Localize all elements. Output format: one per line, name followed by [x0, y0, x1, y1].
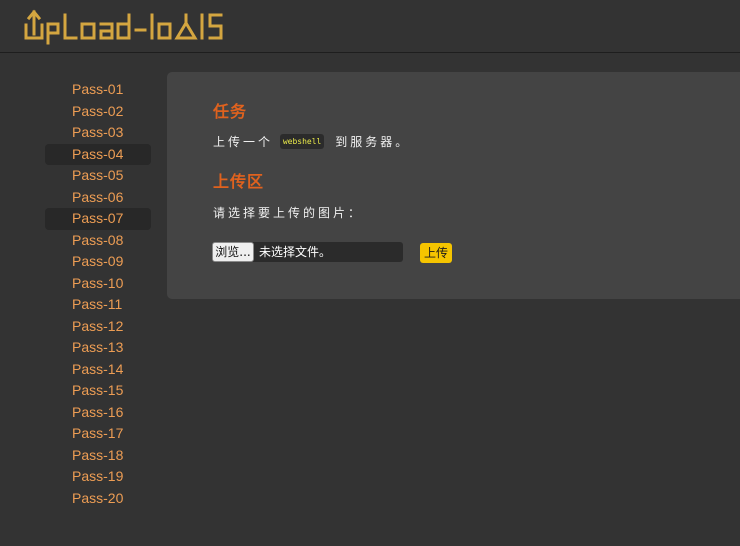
- upload-title: 上传区: [213, 172, 265, 191]
- sidebar-item-pass-19[interactable]: Pass-19: [45, 466, 151, 488]
- sidebar-item-pass-20[interactable]: Pass-20: [45, 488, 151, 510]
- sidebar-item-pass-09[interactable]: Pass-09: [45, 251, 151, 273]
- task-desc-before: 上传一个: [213, 135, 274, 149]
- sidebar-item-pass-02[interactable]: Pass-02: [45, 101, 151, 123]
- upload-button[interactable]: 上传: [420, 243, 452, 263]
- sidebar-item-pass-01[interactable]: Pass-01: [45, 79, 151, 101]
- sidebar-item-pass-17[interactable]: Pass-17: [45, 423, 151, 445]
- webshell-code-badge: webshell: [279, 134, 325, 149]
- task-title: 任务: [213, 102, 248, 121]
- sidebar-item-pass-18[interactable]: Pass-18: [45, 445, 151, 467]
- sidebar-item-pass-03[interactable]: Pass-03: [45, 122, 151, 144]
- file-input[interactable]: 浏览... 未选择文件。: [212, 242, 403, 262]
- sidebar-item-pass-10[interactable]: Pass-10: [45, 273, 151, 295]
- upload-prompt: 请选择要上传的图片：: [213, 206, 364, 220]
- task-desc-after: 到服务器。: [335, 135, 411, 149]
- sidebar-nav: Pass-01 Pass-02 Pass-03 Pass-04 Pass-05 Pass-…: [45, 79, 151, 509]
- sidebar-item-pass-16[interactable]: Pass-16: [45, 402, 151, 424]
- sidebar-item-pass-13[interactable]: Pass-13: [45, 337, 151, 359]
- browse-button[interactable]: 浏览...: [212, 242, 254, 262]
- sidebar-item-pass-15[interactable]: Pass-15: [45, 380, 151, 402]
- sidebar-item-pass-07[interactable]: Pass-07: [45, 208, 151, 230]
- header-bar: [0, 0, 740, 53]
- logo-graphic: [24, 9, 223, 45]
- sidebar-item-pass-12[interactable]: Pass-12: [45, 316, 151, 338]
- sidebar-item-pass-11[interactable]: Pass-11: [45, 294, 151, 316]
- sidebar-item-pass-05[interactable]: Pass-05: [45, 165, 151, 187]
- task-description: 上传一个 webshell 到服务器。: [213, 133, 410, 151]
- sidebar-item-pass-14[interactable]: Pass-14: [45, 359, 151, 381]
- sidebar-item-pass-06[interactable]: Pass-06: [45, 187, 151, 209]
- sidebar-item-pass-04[interactable]: Pass-04: [45, 143, 151, 165]
- file-status-text: 未选择文件。: [259, 245, 332, 259]
- main-panel: 任务 上传一个 webshell 到服务器。 上传区 请选择要上传的图片： 浏览…: [167, 72, 740, 299]
- sidebar-item-pass-08[interactable]: Pass-08: [45, 230, 151, 252]
- site-logo[interactable]: [22, 5, 232, 51]
